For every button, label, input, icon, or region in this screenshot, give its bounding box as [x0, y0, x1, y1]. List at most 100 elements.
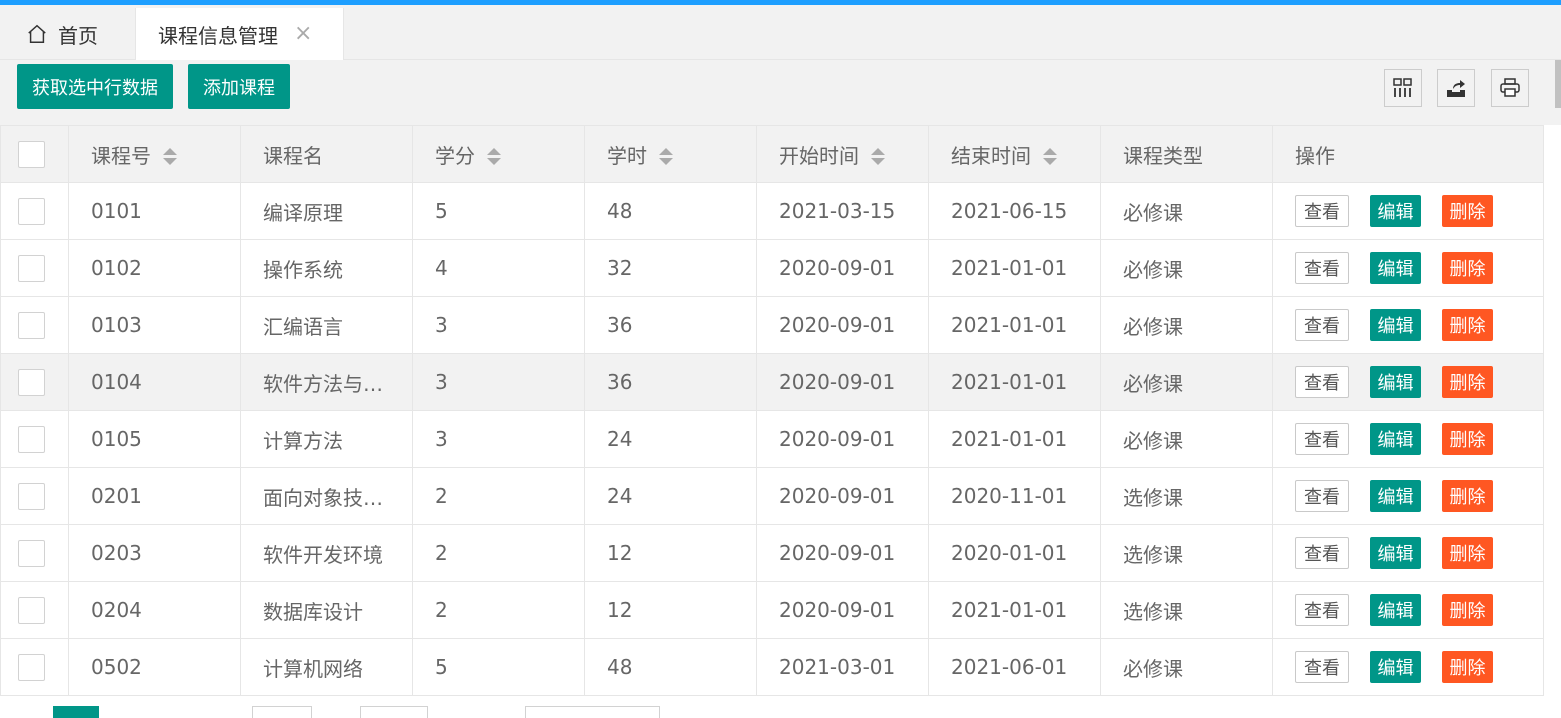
close-icon[interactable]: ×: [294, 23, 312, 45]
cell-hours: 12: [584, 581, 757, 639]
table-header-row: 课程号 课程名 学分 学时 开始时间 结束时间 课程类型 操作: [0, 125, 1544, 183]
cell-course-name: 软件开发环境: [240, 524, 413, 582]
cell-credit: 4: [412, 239, 585, 297]
view-button[interactable]: 查看: [1295, 594, 1349, 626]
row-checkbox-cell: [0, 353, 69, 411]
table-row[interactable]: 0105 计算方法 3 24 2020-09-01 2021-01-01 必修课…: [0, 410, 1544, 468]
cell-course-name: 面向对象技…: [240, 467, 413, 525]
table-row[interactable]: 0201 面向对象技… 2 24 2020-09-01 2020-11-01 选…: [0, 467, 1544, 525]
sort-icon[interactable]: [487, 148, 501, 166]
view-button[interactable]: 查看: [1295, 423, 1349, 455]
delete-button[interactable]: 删除: [1442, 480, 1493, 512]
tab-bar: 首页 课程信息管理 ×: [0, 5, 1561, 60]
edit-button[interactable]: 编辑: [1370, 252, 1421, 284]
columns-icon[interactable]: [1384, 69, 1422, 107]
table-row[interactable]: 0502 计算机网络 5 48 2021-03-01 2021-06-01 必修…: [0, 638, 1544, 696]
course-table: 课程号 课程名 学分 学时 开始时间 结束时间 课程类型 操作 0101 编译原…: [0, 125, 1544, 696]
cell-start-time: 2020-09-01: [756, 353, 929, 411]
cell-course-id: 0502: [68, 638, 241, 696]
delete-button[interactable]: 删除: [1442, 651, 1493, 683]
delete-button[interactable]: 删除: [1442, 594, 1493, 626]
row-checkbox[interactable]: [18, 425, 45, 453]
table-row[interactable]: 0103 汇编语言 3 36 2020-09-01 2021-01-01 必修课…: [0, 296, 1544, 354]
select-all-checkbox[interactable]: [18, 140, 45, 168]
tab-home-label: 首页: [58, 23, 98, 48]
edit-button[interactable]: 编辑: [1370, 480, 1421, 512]
table-row[interactable]: 0101 编译原理 5 48 2021-03-15 2021-06-15 必修课…: [0, 182, 1544, 240]
edit-button[interactable]: 编辑: [1370, 366, 1421, 398]
cell-end-time: 2021-01-01: [928, 239, 1101, 297]
row-checkbox[interactable]: [18, 653, 45, 681]
cell-start-time: 2020-09-01: [756, 410, 929, 468]
header-credit[interactable]: 学分: [412, 125, 585, 183]
delete-button[interactable]: 删除: [1442, 309, 1493, 341]
cell-actions: 查看 编辑 删除: [1272, 296, 1544, 354]
row-checkbox[interactable]: [18, 368, 45, 396]
tab-course-management[interactable]: 课程信息管理 ×: [135, 8, 344, 60]
edit-button[interactable]: 编辑: [1370, 309, 1421, 341]
delete-button[interactable]: 删除: [1442, 195, 1493, 227]
page-jump-input[interactable]: [252, 706, 312, 718]
row-checkbox[interactable]: [18, 596, 45, 624]
cell-actions: 查看 编辑 删除: [1272, 467, 1544, 525]
delete-button[interactable]: 删除: [1442, 252, 1493, 284]
edit-button[interactable]: 编辑: [1370, 651, 1421, 683]
cell-end-time: 2020-11-01: [928, 467, 1101, 525]
row-checkbox[interactable]: [18, 482, 45, 510]
table-row[interactable]: 0204 数据库设计 2 12 2020-09-01 2021-01-01 选修…: [0, 581, 1544, 639]
view-button[interactable]: 查看: [1295, 252, 1349, 284]
header-course-id[interactable]: 课程号: [68, 125, 241, 183]
print-icon[interactable]: [1491, 69, 1529, 107]
cell-hours: 36: [584, 296, 757, 354]
page-size-select[interactable]: [525, 706, 660, 718]
export-icon[interactable]: [1437, 69, 1475, 107]
header-checkbox-cell: [0, 125, 69, 183]
cell-course-type: 选修课: [1100, 524, 1273, 582]
table-row[interactable]: 0203 软件开发环境 2 12 2020-09-01 2020-01-01 选…: [0, 524, 1544, 582]
sort-icon[interactable]: [871, 148, 885, 166]
header-hours[interactable]: 学时: [584, 125, 757, 183]
cell-course-type: 选修课: [1100, 581, 1273, 639]
delete-button[interactable]: 删除: [1442, 423, 1493, 455]
sort-icon[interactable]: [659, 148, 673, 166]
view-button[interactable]: 查看: [1295, 195, 1349, 227]
cell-start-time: 2020-09-01: [756, 239, 929, 297]
edit-button[interactable]: 编辑: [1370, 195, 1421, 227]
view-button[interactable]: 查看: [1295, 480, 1349, 512]
edit-button[interactable]: 编辑: [1370, 537, 1421, 569]
edit-button[interactable]: 编辑: [1370, 423, 1421, 455]
row-checkbox[interactable]: [18, 254, 45, 282]
delete-button[interactable]: 删除: [1442, 366, 1493, 398]
row-checkbox[interactable]: [18, 539, 45, 567]
sort-icon[interactable]: [163, 148, 177, 166]
page-go-button[interactable]: [360, 706, 428, 718]
vertical-scrollbar[interactable]: [1555, 60, 1561, 108]
view-button[interactable]: 查看: [1295, 537, 1349, 569]
cell-hours: 12: [584, 524, 757, 582]
add-course-button[interactable]: 添加课程: [188, 64, 290, 109]
row-checkbox[interactable]: [18, 311, 45, 339]
cell-end-time: 2021-01-01: [928, 410, 1101, 468]
cell-hours: 24: [584, 467, 757, 525]
cell-credit: 5: [412, 182, 585, 240]
row-checkbox[interactable]: [18, 197, 45, 225]
view-button[interactable]: 查看: [1295, 366, 1349, 398]
delete-button[interactable]: 删除: [1442, 537, 1493, 569]
edit-button[interactable]: 编辑: [1370, 594, 1421, 626]
table-row[interactable]: 0104 软件方法与… 3 36 2020-09-01 2021-01-01 必…: [0, 353, 1544, 411]
view-button[interactable]: 查看: [1295, 309, 1349, 341]
sort-icon[interactable]: [1043, 148, 1057, 166]
table-toolbar: 获取选中行数据 添加课程: [0, 60, 1561, 125]
get-selected-rows-button[interactable]: 获取选中行数据: [17, 64, 173, 109]
tab-home[interactable]: 首页: [26, 8, 98, 60]
header-start-time[interactable]: 开始时间: [756, 125, 929, 183]
cell-start-time: 2020-09-01: [756, 467, 929, 525]
table-row[interactable]: 0102 操作系统 4 32 2020-09-01 2021-01-01 必修课…: [0, 239, 1544, 297]
header-end-time[interactable]: 结束时间: [928, 125, 1101, 183]
current-page-button[interactable]: [53, 706, 99, 718]
row-checkbox-cell: [0, 182, 69, 240]
view-button[interactable]: 查看: [1295, 651, 1349, 683]
cell-actions: 查看 编辑 删除: [1272, 638, 1544, 696]
cell-course-name: 软件方法与…: [240, 353, 413, 411]
header-label: 课程类型: [1123, 143, 1203, 168]
